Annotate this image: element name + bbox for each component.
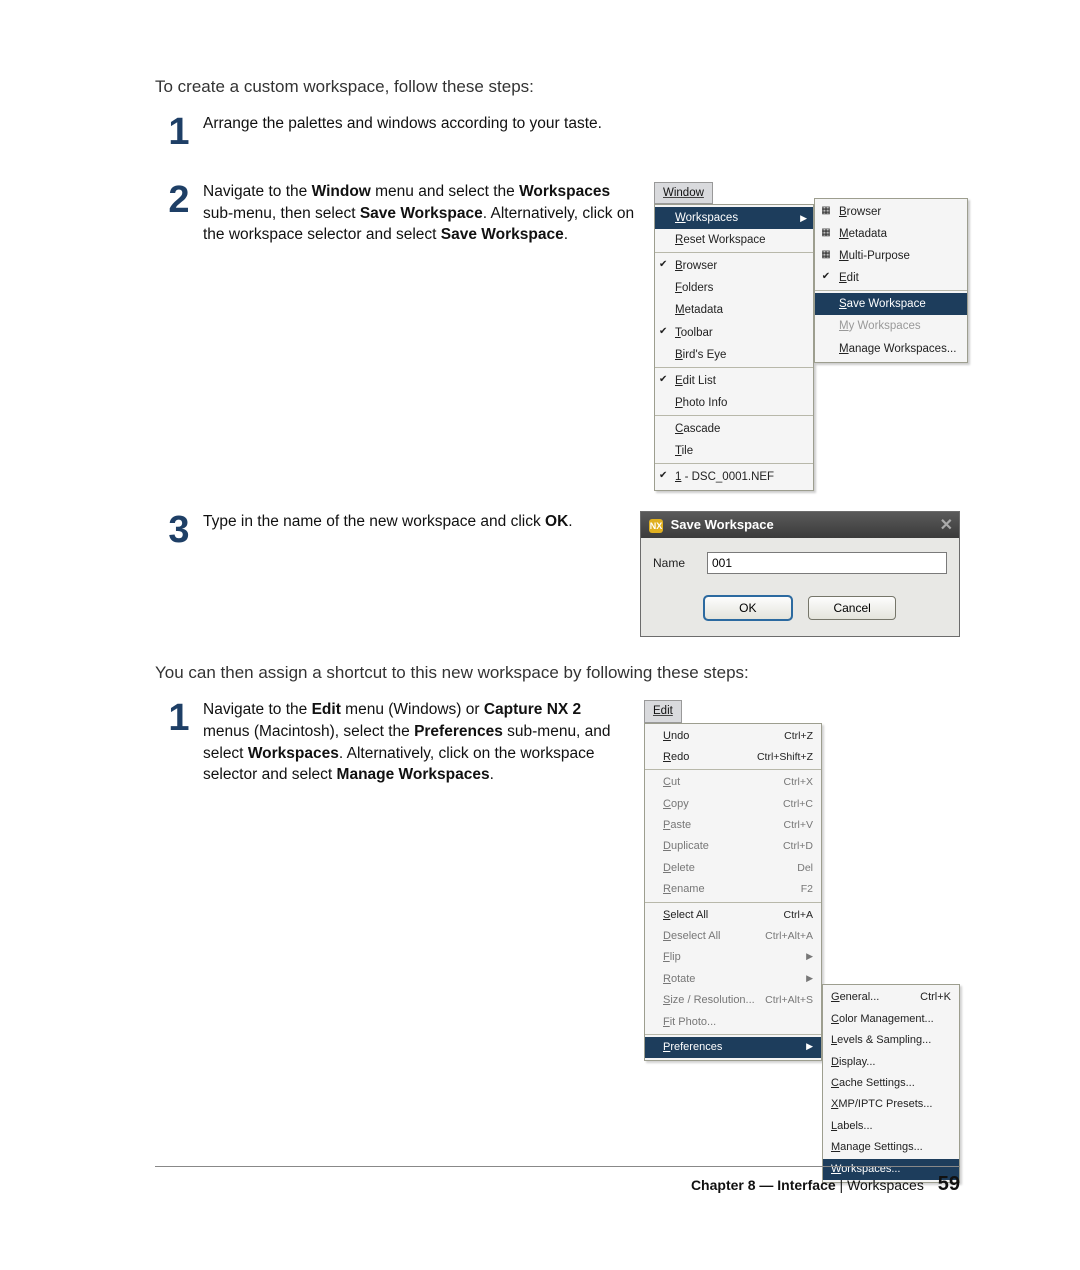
step-text: Arrange the palettes and windows accordi… [203, 111, 960, 151]
intro-text-2: You can then assign a shortcut to this n… [155, 663, 960, 683]
menubar-edit[interactable]: Edit [644, 700, 682, 722]
chevron-right-icon: ▶ [806, 1040, 813, 1055]
submenu-item[interactable]: Labels... [823, 1116, 959, 1137]
step-a1: 1 Arrange the palettes and windows accor… [155, 111, 960, 151]
submenu-item[interactable]: Manage Workspaces... [815, 338, 967, 360]
menu-item[interactable]: Metadata [655, 299, 813, 321]
menu-item[interactable]: Photo Info [655, 392, 813, 416]
workspace-name-input[interactable] [707, 552, 947, 574]
step-number: 2 [155, 179, 203, 491]
menu-item[interactable]: Reset Workspace [655, 229, 813, 253]
submenu-item[interactable]: Display... [823, 1052, 959, 1073]
dialog-titlebar: NX Save Workspace ✕ [641, 512, 959, 538]
menu-item[interactable]: ✔Edit List [655, 370, 813, 392]
intro-text-1: To create a custom workspace, follow the… [155, 77, 960, 97]
menu-item[interactable]: Preferences▶ [645, 1037, 821, 1058]
footer-chapter: Chapter 8 — Interface [691, 1177, 836, 1193]
check-icon: ✔ [659, 373, 667, 387]
submenu-item[interactable]: ✔Edit [815, 267, 967, 291]
menu-item[interactable]: Tile [655, 440, 813, 464]
menu-item[interactable]: UndoCtrl+Z [645, 726, 821, 747]
menu-item[interactable]: Folders [655, 277, 813, 299]
edit-dropdown: UndoCtrl+ZRedoCtrl+Shift+ZCutCtrl+XCopyC… [644, 723, 822, 1062]
submenu-item[interactable]: Color Management... [823, 1009, 959, 1030]
menu-item[interactable]: DuplicateCtrl+D [645, 836, 821, 857]
menu-item[interactable]: Rotate▶ [645, 969, 821, 990]
name-label: Name [653, 555, 697, 572]
menu-item[interactable]: Fit Photo... [645, 1012, 821, 1035]
menu-item[interactable]: Size / Resolution...Ctrl+Alt+S [645, 990, 821, 1011]
step-text: Type in the name of the new workspace an… [203, 511, 624, 637]
menu-item[interactable]: ✔Toolbar [655, 322, 813, 344]
page-footer: Chapter 8 — Interface | Workspaces 59 [155, 1166, 960, 1196]
chevron-right-icon: ▶ [806, 972, 813, 987]
app-icon: NX [649, 519, 663, 533]
menubar-window[interactable]: Window [654, 182, 713, 204]
check-icon: ✔ [659, 325, 667, 339]
submenu-item[interactable]: ▦Multi-Purpose [815, 245, 967, 267]
menu-item[interactable]: PasteCtrl+V [645, 815, 821, 836]
footer-sep: | [840, 1177, 848, 1193]
steps-group-a: 1 Arrange the palettes and windows accor… [155, 111, 960, 637]
window-dropdown: Workspaces▶Reset Workspace✔BrowserFolder… [654, 204, 814, 491]
page-number: 59 [938, 1173, 960, 1195]
menu-item[interactable]: DeleteDel [645, 858, 821, 879]
check-icon: ✔ [659, 258, 667, 272]
step-number: 3 [155, 509, 203, 637]
menu-item[interactable]: Bird's Eye [655, 344, 813, 368]
dialog-title-text: Save Workspace [671, 517, 774, 532]
submenu-item[interactable]: Manage Settings... [823, 1137, 959, 1158]
ok-button[interactable]: OK [704, 596, 792, 620]
submenu-item[interactable]: General...Ctrl+K [823, 987, 959, 1008]
document-page: To create a custom workspace, follow the… [0, 0, 1080, 1270]
submenu-item[interactable]: Cache Settings... [823, 1073, 959, 1094]
window-menu-figure: Window Workspaces▶Reset Workspace✔Browse… [654, 181, 960, 491]
grid-icon: ▦ [819, 204, 833, 218]
close-icon[interactable]: ✕ [940, 515, 953, 537]
step-a3: 3 Type in the name of the new workspace … [155, 509, 960, 637]
check-icon: ✔ [819, 270, 833, 284]
submenu-item[interactable]: Save Workspace [815, 293, 967, 315]
menu-item[interactable]: CopyCtrl+C [645, 794, 821, 815]
menu-item[interactable]: RedoCtrl+Shift+Z [645, 747, 821, 770]
submenu-item: My Workspaces [815, 315, 967, 337]
footer-section: Workspaces [847, 1177, 924, 1193]
menu-item[interactable]: ✔1 - DSC_0001.NEF [655, 466, 813, 488]
menu-item[interactable]: ✔Browser [655, 255, 813, 277]
menu-item[interactable]: Workspaces▶ [655, 207, 813, 229]
menu-item[interactable]: Select AllCtrl+A [645, 905, 821, 926]
step-number: 1 [155, 697, 203, 1061]
submenu-item[interactable]: Levels & Sampling... [823, 1030, 959, 1051]
list-icon: ▦ [819, 226, 833, 240]
edit-menu-figure: Edit UndoCtrl+ZRedoCtrl+Shift+ZCutCtrl+X… [644, 699, 960, 1061]
submenu-item[interactable]: ▦Metadata [815, 223, 967, 245]
submenu-item[interactable]: XMP/IPTC Presets... [823, 1094, 959, 1115]
step-text: Navigate to the Edit menu (Windows) or C… [203, 699, 628, 1061]
menu-item[interactable]: Deselect AllCtrl+Alt+A [645, 926, 821, 947]
menu-item[interactable]: RenameF2 [645, 879, 821, 902]
cancel-button[interactable]: Cancel [808, 596, 896, 620]
save-workspace-dialog: NX Save Workspace ✕ Name OK Cancel [640, 511, 960, 637]
preferences-submenu: General...Ctrl+KColor Management...Level… [822, 984, 960, 1183]
menu-item[interactable]: CutCtrl+X [645, 772, 821, 793]
step-a2: 2 Navigate to the Window menu and select… [155, 179, 960, 491]
step-number: 1 [155, 111, 203, 151]
steps-group-b: 1 Navigate to the Edit menu (Windows) or… [155, 697, 960, 1061]
step-b1: 1 Navigate to the Edit menu (Windows) or… [155, 697, 960, 1061]
check-icon: ✔ [659, 469, 667, 483]
chevron-right-icon: ▶ [800, 212, 807, 225]
submenu-item[interactable]: ▦Browser [815, 201, 967, 223]
workspaces-submenu: ▦Browser▦Metadata▦Multi-Purpose✔EditSave… [814, 198, 968, 363]
chevron-right-icon: ▶ [806, 950, 813, 965]
menu-item[interactable]: Flip▶ [645, 947, 821, 968]
step-text: Navigate to the Window menu and select t… [203, 181, 638, 491]
panel-icon: ▦ [819, 248, 833, 262]
menu-item[interactable]: Cascade [655, 418, 813, 440]
